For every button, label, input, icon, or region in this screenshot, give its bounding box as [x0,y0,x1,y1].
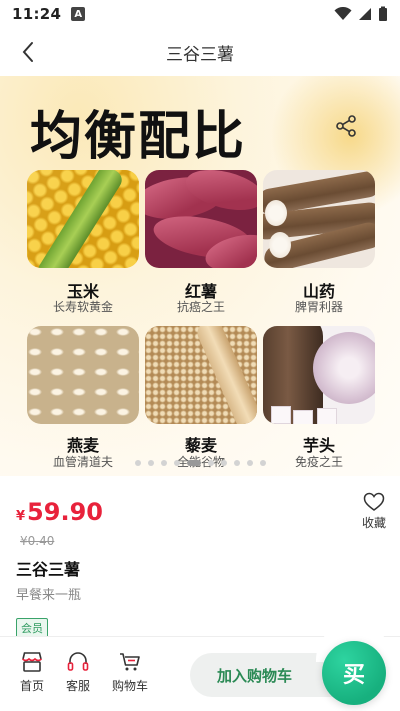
page-title: 三谷三薯 [166,44,234,65]
member-badge: 会员 [16,618,48,638]
carousel-dot [207,460,214,466]
original-price: ¥0.40 [20,534,55,548]
carousel-dot [233,460,240,466]
oat-image [27,326,139,424]
nav-header: 三谷三薯 [0,28,400,76]
banner-heading: 均衡配比 [30,107,247,167]
yam-image [263,170,375,268]
headset-icon [67,652,89,671]
item-desc-corn: 长寿软黄金 [52,300,113,314]
carousel-dot [173,460,180,466]
sweet-potato-image [145,170,257,268]
quinoa-image [145,326,257,424]
cart-tab[interactable]: 购物车 [108,651,152,694]
product-banner[interactable]: 均衡配比 玉米 红薯 山药 长寿软黄金 抗癌之王 脾胃利器 燕麦 藜麦 芋头 血… [0,76,400,476]
buy-now-button[interactable]: 买 [322,641,386,705]
item-desc-sweet-potato: 抗癌之王 [176,300,225,314]
carousel-dot [147,460,154,466]
service-label: 客服 [65,679,90,693]
product-name: 三谷三薯 [16,560,81,579]
back-button[interactable] [14,38,42,66]
carousel-dot-active [186,460,201,466]
currency-symbol: ¥ [16,509,26,524]
favorite-label: 收藏 [361,516,386,530]
corn-image [27,170,139,268]
heart-icon [363,492,385,511]
item-desc-yam: 脾胃利器 [294,300,343,314]
notification-icon: A [71,7,86,21]
favorite-button[interactable]: 收藏 [355,492,393,532]
battery-icon [379,6,387,21]
status-time: 11:24 [12,5,62,23]
carousel-dot [220,460,227,466]
carousel-indicator [0,460,400,466]
status-bar: 11:24 A [0,0,400,28]
back-arrow-icon [22,42,33,62]
store-icon [21,652,43,672]
service-tab[interactable]: 客服 [56,651,100,694]
carousel-dot [160,460,167,466]
share-button[interactable] [332,112,360,140]
share-icon [336,115,356,137]
cart-label: 购物车 [111,679,148,693]
carousel-dot [259,460,266,466]
price: ¥ 59.90 [16,498,103,526]
buy-now-label: 买 [342,663,365,688]
wifi-icon [334,7,352,20]
add-to-cart-label: 加入购物车 [217,666,293,685]
signal-icon [359,8,371,20]
taro-image [263,326,375,424]
product-subtitle: 早餐来一瓶 [16,588,82,603]
home-tab[interactable]: 首页 [10,651,54,694]
cart-icon [120,653,140,671]
home-label: 首页 [19,679,44,693]
status-icons [334,6,388,22]
price-value: 59.90 [27,498,103,526]
carousel-dot [134,460,141,466]
carousel-dot [246,460,253,466]
